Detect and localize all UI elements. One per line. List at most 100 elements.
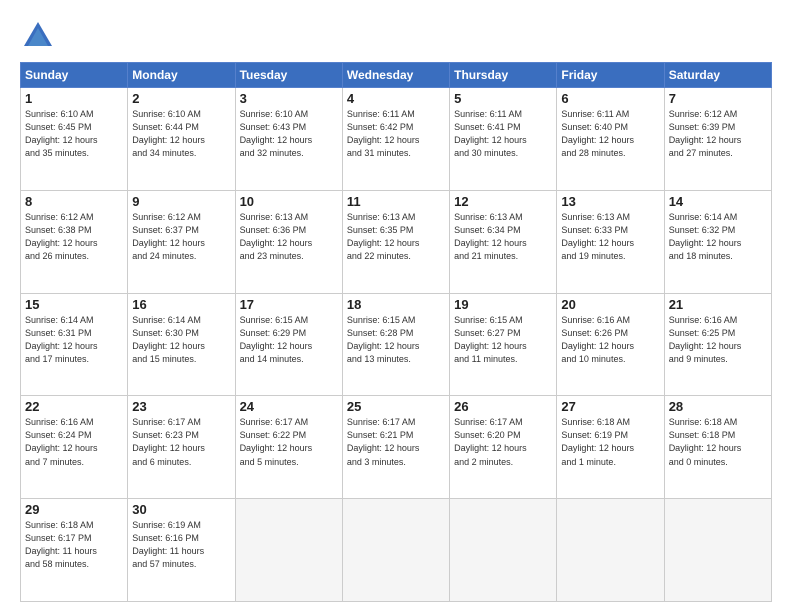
- calendar-week-row: 1 Sunrise: 6:10 AM Sunset: 6:45 PM Daylig…: [21, 88, 772, 191]
- calendar-cell: 20Sunrise: 6:16 AM Sunset: 6:26 PM Dayli…: [557, 293, 664, 396]
- day-info: Sunrise: 6:14 AM Sunset: 6:32 PM Dayligh…: [669, 211, 767, 263]
- day-info: Sunrise: 6:11 AM Sunset: 6:40 PM Dayligh…: [561, 108, 659, 160]
- day-number: 18: [347, 297, 445, 312]
- calendar-cell: 28 Sunrise: 6:18 AM Sunset: 6:18 PM Dayli…: [664, 396, 771, 499]
- calendar-cell: 6 Sunrise: 6:11 AM Sunset: 6:40 PM Daylig…: [557, 88, 664, 191]
- day-number: 11: [347, 194, 445, 209]
- weekday-header: Tuesday: [235, 63, 342, 88]
- day-number: 16: [132, 297, 230, 312]
- calendar-cell: 19 Sunrise: 6:15 AM Sunset: 6:27 PM Dayli…: [450, 293, 557, 396]
- day-info: Sunrise: 6:15 AM Sunset: 6:27 PM Dayligh…: [454, 314, 552, 366]
- day-number: 29: [25, 502, 123, 517]
- calendar-cell: 9 Sunrise: 6:12 AM Sunset: 6:37 PM Daylig…: [128, 190, 235, 293]
- day-info: Sunrise: 6:17 AM Sunset: 6:23 PM Dayligh…: [132, 416, 230, 468]
- calendar-cell: 17 Sunrise: 6:15 AM Sunset: 6:29 PM Dayli…: [235, 293, 342, 396]
- day-number: 22: [25, 399, 123, 414]
- calendar-week-row: 8 Sunrise: 6:12 AM Sunset: 6:38 PM Daylig…: [21, 190, 772, 293]
- calendar-cell: 18 Sunrise: 6:15 AM Sunset: 6:28 PM Dayli…: [342, 293, 449, 396]
- day-info: Sunrise: 6:10 AM Sunset: 6:45 PM Dayligh…: [25, 108, 123, 160]
- calendar-cell: 1 Sunrise: 6:10 AM Sunset: 6:45 PM Daylig…: [21, 88, 128, 191]
- day-number: 13: [561, 194, 659, 209]
- day-number: 4: [347, 91, 445, 106]
- calendar-body: 1 Sunrise: 6:10 AM Sunset: 6:45 PM Daylig…: [21, 88, 772, 602]
- weekday-header: Friday: [557, 63, 664, 88]
- calendar-cell: 13 Sunrise: 6:13 AM Sunset: 6:33 PM Dayli…: [557, 190, 664, 293]
- day-number: 8: [25, 194, 123, 209]
- calendar-cell: [664, 499, 771, 602]
- page: SundayMondayTuesdayWednesdayThursdayFrid…: [0, 0, 792, 612]
- calendar-cell: 29Sunrise: 6:18 AM Sunset: 6:17 PM Dayli…: [21, 499, 128, 602]
- calendar-cell: 10 Sunrise: 6:13 AM Sunset: 6:36 PM Dayli…: [235, 190, 342, 293]
- day-info: Sunrise: 6:17 AM Sunset: 6:20 PM Dayligh…: [454, 416, 552, 468]
- day-info: Sunrise: 6:13 AM Sunset: 6:36 PM Dayligh…: [240, 211, 338, 263]
- day-info: Sunrise: 6:13 AM Sunset: 6:34 PM Dayligh…: [454, 211, 552, 263]
- calendar-cell: [342, 499, 449, 602]
- weekday-header: Saturday: [664, 63, 771, 88]
- calendar-cell: [557, 499, 664, 602]
- calendar-cell: 25Sunrise: 6:17 AM Sunset: 6:21 PM Dayli…: [342, 396, 449, 499]
- logo: [20, 18, 60, 54]
- day-number: 14: [669, 194, 767, 209]
- day-number: 15: [25, 297, 123, 312]
- day-number: 1: [25, 91, 123, 106]
- calendar-cell: 24Sunrise: 6:17 AM Sunset: 6:22 PM Dayli…: [235, 396, 342, 499]
- day-info: Sunrise: 6:11 AM Sunset: 6:42 PM Dayligh…: [347, 108, 445, 160]
- calendar-cell: 21Sunrise: 6:16 AM Sunset: 6:25 PM Dayli…: [664, 293, 771, 396]
- calendar-cell: 30Sunrise: 6:19 AM Sunset: 6:16 PM Dayli…: [128, 499, 235, 602]
- calendar-cell: 11 Sunrise: 6:13 AM Sunset: 6:35 PM Dayli…: [342, 190, 449, 293]
- calendar-cell: [450, 499, 557, 602]
- calendar-week-row: 22Sunrise: 6:16 AM Sunset: 6:24 PM Dayli…: [21, 396, 772, 499]
- calendar-cell: 8 Sunrise: 6:12 AM Sunset: 6:38 PM Daylig…: [21, 190, 128, 293]
- day-number: 19: [454, 297, 552, 312]
- day-number: 17: [240, 297, 338, 312]
- calendar-cell: 22Sunrise: 6:16 AM Sunset: 6:24 PM Dayli…: [21, 396, 128, 499]
- calendar-cell: 14 Sunrise: 6:14 AM Sunset: 6:32 PM Dayli…: [664, 190, 771, 293]
- weekday-header: Monday: [128, 63, 235, 88]
- day-info: Sunrise: 6:14 AM Sunset: 6:30 PM Dayligh…: [132, 314, 230, 366]
- day-number: 9: [132, 194, 230, 209]
- calendar-cell: 2 Sunrise: 6:10 AM Sunset: 6:44 PM Daylig…: [128, 88, 235, 191]
- day-info: Sunrise: 6:12 AM Sunset: 6:39 PM Dayligh…: [669, 108, 767, 160]
- calendar-cell: 16 Sunrise: 6:14 AM Sunset: 6:30 PM Dayli…: [128, 293, 235, 396]
- day-info: Sunrise: 6:13 AM Sunset: 6:33 PM Dayligh…: [561, 211, 659, 263]
- weekday-header: Thursday: [450, 63, 557, 88]
- calendar-cell: 15 Sunrise: 6:14 AM Sunset: 6:31 PM Dayli…: [21, 293, 128, 396]
- day-number: 12: [454, 194, 552, 209]
- day-info: Sunrise: 6:18 AM Sunset: 6:18 PM Dayligh…: [669, 416, 767, 468]
- day-info: Sunrise: 6:10 AM Sunset: 6:43 PM Dayligh…: [240, 108, 338, 160]
- day-info: Sunrise: 6:17 AM Sunset: 6:22 PM Dayligh…: [240, 416, 338, 468]
- calendar-cell: 23 Sunrise: 6:17 AM Sunset: 6:23 PM Dayli…: [128, 396, 235, 499]
- day-number: 6: [561, 91, 659, 106]
- calendar-cell: 7 Sunrise: 6:12 AM Sunset: 6:39 PM Daylig…: [664, 88, 771, 191]
- calendar-week-row: 29Sunrise: 6:18 AM Sunset: 6:17 PM Dayli…: [21, 499, 772, 602]
- day-info: Sunrise: 6:12 AM Sunset: 6:38 PM Dayligh…: [25, 211, 123, 263]
- day-info: Sunrise: 6:15 AM Sunset: 6:29 PM Dayligh…: [240, 314, 338, 366]
- day-info: Sunrise: 6:10 AM Sunset: 6:44 PM Dayligh…: [132, 108, 230, 160]
- calendar-cell: 12 Sunrise: 6:13 AM Sunset: 6:34 PM Dayli…: [450, 190, 557, 293]
- day-info: Sunrise: 6:13 AM Sunset: 6:35 PM Dayligh…: [347, 211, 445, 263]
- day-number: 30: [132, 502, 230, 517]
- weekday-header: Wednesday: [342, 63, 449, 88]
- day-number: 26: [454, 399, 552, 414]
- day-info: Sunrise: 6:18 AM Sunset: 6:19 PM Dayligh…: [561, 416, 659, 468]
- day-number: 28: [669, 399, 767, 414]
- day-number: 5: [454, 91, 552, 106]
- day-info: Sunrise: 6:16 AM Sunset: 6:26 PM Dayligh…: [561, 314, 659, 366]
- calendar-table: SundayMondayTuesdayWednesdayThursdayFrid…: [20, 62, 772, 602]
- day-info: Sunrise: 6:15 AM Sunset: 6:28 PM Dayligh…: [347, 314, 445, 366]
- calendar-cell: 3 Sunrise: 6:10 AM Sunset: 6:43 PM Daylig…: [235, 88, 342, 191]
- day-number: 23: [132, 399, 230, 414]
- day-info: Sunrise: 6:16 AM Sunset: 6:25 PM Dayligh…: [669, 314, 767, 366]
- calendar-cell: 26 Sunrise: 6:17 AM Sunset: 6:20 PM Dayli…: [450, 396, 557, 499]
- day-info: Sunrise: 6:17 AM Sunset: 6:21 PM Dayligh…: [347, 416, 445, 468]
- calendar-week-row: 15 Sunrise: 6:14 AM Sunset: 6:31 PM Dayli…: [21, 293, 772, 396]
- weekday-header: Sunday: [21, 63, 128, 88]
- day-info: Sunrise: 6:14 AM Sunset: 6:31 PM Dayligh…: [25, 314, 123, 366]
- day-number: 3: [240, 91, 338, 106]
- day-number: 27: [561, 399, 659, 414]
- day-number: 7: [669, 91, 767, 106]
- day-info: Sunrise: 6:12 AM Sunset: 6:37 PM Dayligh…: [132, 211, 230, 263]
- calendar-cell: [235, 499, 342, 602]
- day-number: 10: [240, 194, 338, 209]
- day-number: 2: [132, 91, 230, 106]
